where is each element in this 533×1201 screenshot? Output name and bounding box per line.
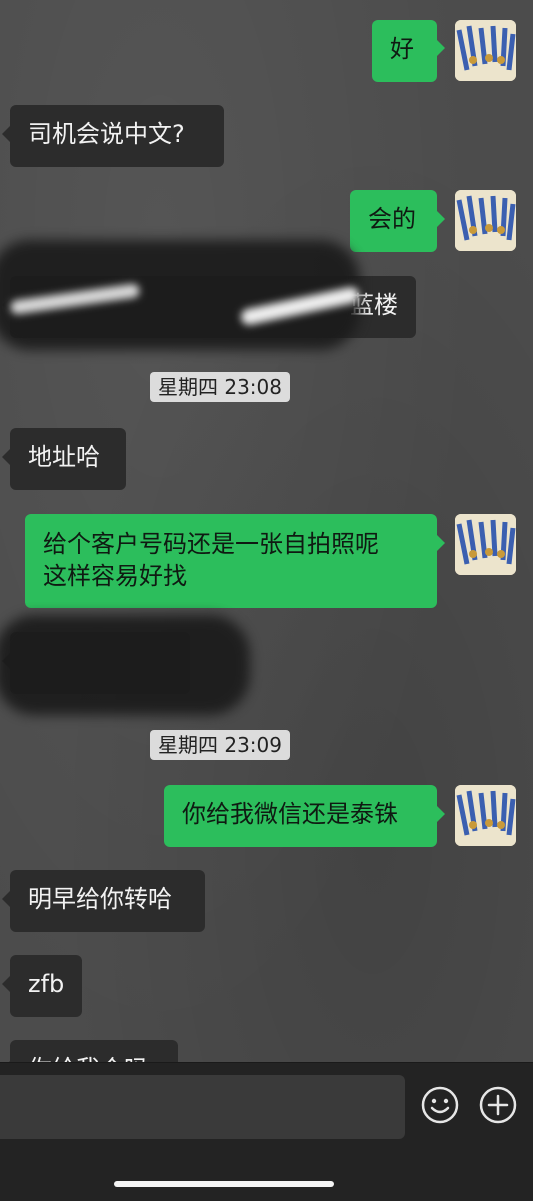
add-button[interactable] [478,1085,518,1125]
avatar[interactable] [455,20,516,81]
message-text: 司机会说中文? [28,120,185,148]
timestamp-text: 星期四 23:08 [158,375,282,399]
message-input[interactable] [0,1075,405,1139]
avatar[interactable] [455,514,516,575]
timestamp: 星期四 23:08 [150,372,290,402]
bubble-tail [2,976,10,992]
message-text: 明早给你转哈 [28,885,172,913]
avatar-image [455,514,516,575]
avatar[interactable] [455,785,516,846]
avatar-image [455,190,516,251]
bubble-tail [437,535,445,551]
message-bubble-outgoing[interactable]: 你给我微信还是泰铢 [164,785,437,847]
emoji-button[interactable] [420,1085,460,1125]
bubble-tail [2,449,10,465]
message-bubble-incoming[interactable]: 明早给你转哈 [10,870,205,932]
message-text: 你给我微信还是泰铢 [182,800,398,828]
message-bubble-incoming[interactable]: 地址哈 [10,428,126,490]
message-bubble-outgoing[interactable]: 给个客户号码还是一张自拍照呢 这样容易好找 [25,514,437,608]
plus-icon [479,1086,517,1124]
bubble-tail [437,211,445,227]
message-text: 地址哈 [28,443,100,471]
message-bubble-incoming[interactable]: zfb [10,955,82,1017]
avatar-image [455,20,516,81]
home-indicator[interactable] [114,1181,334,1187]
message-text: 会的 [368,205,416,233]
message-text: zfb [28,970,65,998]
message-text: 好 [390,35,414,63]
avatar[interactable] [455,190,516,251]
avatar-image [455,785,516,846]
message-bubble-outgoing[interactable]: 好 [372,20,437,82]
bubble-tail [2,126,10,142]
timestamp: 星期四 23:09 [150,730,290,760]
message-bubble-outgoing[interactable]: 会的 [350,190,437,252]
bubble-tail [437,806,445,822]
timestamp-text: 星期四 23:09 [158,733,282,757]
emoji-icon [421,1086,459,1124]
redaction-scribble [0,615,250,715]
bubble-tail [2,891,10,907]
bubble-tail [437,40,445,56]
message-text: 给个客户号码还是一张自拍照呢 这样容易好找 [43,530,379,590]
message-bubble-incoming[interactable]: 司机会说中文? [10,105,224,167]
